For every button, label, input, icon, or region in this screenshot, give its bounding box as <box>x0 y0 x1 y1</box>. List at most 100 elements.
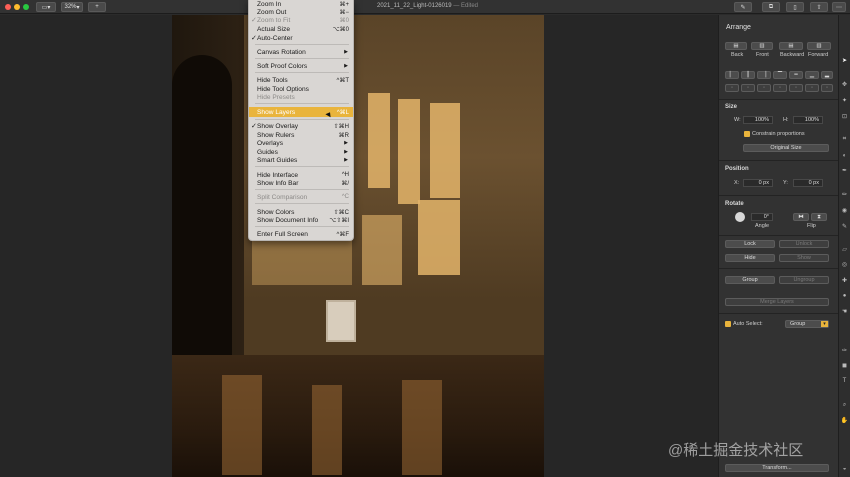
menu-item-hide-tool-options[interactable]: Hide Tool Options <box>249 85 353 93</box>
more-button[interactable]: ⋯ <box>832 2 846 12</box>
color-adjust-icon[interactable]: ◐ <box>841 152 848 159</box>
zoom-value: 32% <box>64 4 77 10</box>
menu-item-show-info-bar[interactable]: Show Info Bar ⌘/ <box>249 179 353 187</box>
distribute-button[interactable]: ▫ <box>789 84 803 92</box>
menu-item-hide-interface[interactable]: Hide Interface ^H <box>249 171 353 179</box>
bring-to-front-button[interactable]: ▥ <box>751 42 773 50</box>
zoom-tool-icon[interactable]: ⌕ <box>841 402 848 409</box>
send-to-back-button[interactable]: ▤ <box>725 42 747 50</box>
align-left-button[interactable]: ▏ <box>725 71 739 79</box>
merge-layers-button[interactable]: Merge Layers <box>725 298 829 306</box>
menu-item-enter-full-screen[interactable]: Enter Full Screen ^⌘F <box>249 230 353 238</box>
menu-item-show-layers[interactable]: Show Layers ^⌘L <box>249 107 353 117</box>
width-field[interactable]: 100% <box>743 116 773 124</box>
smudge-icon[interactable]: ☚ <box>841 308 848 315</box>
menu-item-soft-proof-colors[interactable]: Soft Proof Colors ▶ <box>249 62 353 70</box>
constrain-checkbox[interactable] <box>744 131 750 137</box>
move-tool-icon[interactable]: ✥ <box>841 81 848 88</box>
angle-dial[interactable] <box>735 212 745 222</box>
panel-title: Arrange <box>726 24 751 31</box>
brush-icon[interactable]: ✏ <box>841 191 848 198</box>
menu-item-auto-center[interactable]: ✓ Auto-Center <box>249 34 353 43</box>
transform-button[interactable]: Transform... <box>725 464 829 472</box>
menu-item-show-overlay[interactable]: ✓ Show Overlay ⇧⌘H <box>249 122 353 131</box>
send-backward-button[interactable]: ▤ <box>779 42 803 50</box>
minimize-window-button[interactable] <box>14 4 20 10</box>
distribute-button[interactable]: ▫ <box>773 84 787 92</box>
light-patch <box>398 99 420 204</box>
canvas-area[interactable] <box>0 15 718 477</box>
pencil-icon[interactable]: ✎ <box>841 223 848 230</box>
menu-item-canvas-rotation[interactable]: Canvas Rotation ▶ <box>249 48 353 56</box>
document-title: 2021_11_22_Light-0126019 — Edited <box>377 3 478 9</box>
angle-field[interactable]: 0° <box>751 213 773 221</box>
eyedropper-icon[interactable]: ✒ <box>841 167 848 174</box>
menu-item-overlays[interactable]: Overlays ▶ <box>249 139 353 147</box>
zoom-dropdown[interactable]: 32% ▾ <box>61 2 83 12</box>
auto-select-dropdown[interactable]: Group ▾ <box>785 320 829 328</box>
align-middle-button[interactable]: ━ <box>789 71 803 79</box>
align-bottom-button[interactable]: ▁ <box>805 71 819 79</box>
menu-item-zoom-out[interactable]: Zoom Out ⌘− <box>249 8 353 16</box>
unlock-button[interactable]: Unlock <box>779 240 829 248</box>
hand-tool-icon[interactable]: ✋ <box>841 417 848 424</box>
x-field[interactable]: 0 px <box>743 179 773 187</box>
y-field[interactable]: 0 px <box>793 179 823 187</box>
distribute-button[interactable]: ▫ <box>805 84 819 92</box>
shape-icon[interactable]: ◼ <box>841 362 848 369</box>
document-button[interactable]: ▯ <box>786 2 804 12</box>
pen-icon[interactable]: ✑ <box>841 347 848 354</box>
menu-item-guides[interactable]: Guides ▶ <box>249 148 353 156</box>
bring-forward-button[interactable]: ▥ <box>807 42 831 50</box>
menu-item-show-document-info[interactable]: Show Document Info ⌥⇧⌘I <box>249 216 353 224</box>
menu-item-hide-tools[interactable]: Hide Tools ^⌘T <box>249 76 353 84</box>
heal-icon[interactable]: ✚ <box>841 277 848 284</box>
group-button[interactable]: Group <box>725 276 775 284</box>
close-window-button[interactable] <box>5 4 11 10</box>
distribute-button[interactable]: ▫ <box>725 84 739 92</box>
text-icon[interactable]: T <box>841 377 848 384</box>
sidebar-toggle-button[interactable]: ▭▾ <box>36 2 56 12</box>
add-button[interactable]: + <box>88 2 106 12</box>
menu-item-zoom-in[interactable]: Zoom In ⌘+ <box>249 0 353 8</box>
align-extra-button[interactable]: ▂ <box>821 71 833 79</box>
menu-separator <box>255 226 349 227</box>
blur-icon[interactable]: ● <box>841 292 848 299</box>
ungroup-button[interactable]: Ungroup <box>779 276 829 284</box>
retouch-tool-icon[interactable]: ✦ <box>841 97 848 104</box>
distribute-button[interactable]: ▫ <box>821 84 833 92</box>
stamp-icon[interactable]: ◎ <box>841 261 848 268</box>
menu-item-show-rulers[interactable]: Show Rulers ⌘R <box>249 131 353 139</box>
dropdown-arrow-icon: ▾ <box>821 321 828 327</box>
brush-tool-button[interactable]: ✎ <box>734 2 752 12</box>
show-button[interactable]: Show <box>779 254 829 262</box>
distribute-button[interactable]: ▫ <box>757 84 771 92</box>
share-button[interactable]: ⇧ <box>810 2 828 12</box>
align-top-button[interactable]: ▔ <box>773 71 787 79</box>
menu-item-show-colors[interactable]: Show Colors ⇧⌘C <box>249 208 353 216</box>
hide-button[interactable]: Hide <box>725 254 775 262</box>
align-right-button[interactable]: ▕ <box>757 71 771 79</box>
auto-select-checkbox[interactable] <box>725 321 731 327</box>
flip-vertical-button[interactable]: ⧗ <box>811 213 827 221</box>
photo-canvas[interactable] <box>172 15 544 477</box>
arrange-tool-icon[interactable]: ➤ <box>841 57 848 64</box>
menu-shortcut: ⌥⌘0 <box>332 26 349 33</box>
menu-item-label: Show Rulers <box>257 131 295 139</box>
distribute-button[interactable]: ▫ <box>741 84 755 92</box>
align-center-h-button[interactable]: ┃ <box>741 71 755 79</box>
zoom-window-button[interactable] <box>23 4 29 10</box>
lock-button[interactable]: Lock <box>725 240 775 248</box>
floor-reflection <box>312 385 342 475</box>
flip-horizontal-button[interactable]: ⧓ <box>793 213 809 221</box>
original-size-button[interactable]: Original Size <box>743 144 829 152</box>
color-swatch-icon[interactable]: ◒ <box>841 465 848 472</box>
menu-item-actual-size[interactable]: Actual Size ⌥⌘0 <box>249 25 353 33</box>
menu-item-smart-guides[interactable]: Smart Guides ▶ <box>249 156 353 164</box>
crop-tool-icon[interactable]: ⌗ <box>841 136 848 143</box>
crop-button[interactable]: ⧉ <box>762 2 780 12</box>
height-field[interactable]: 100% <box>793 116 823 124</box>
eraser-icon[interactable]: ▱ <box>841 246 848 253</box>
bucket-icon[interactable]: ◉ <box>841 207 848 214</box>
select-tool-icon[interactable]: ⊡ <box>841 113 848 120</box>
